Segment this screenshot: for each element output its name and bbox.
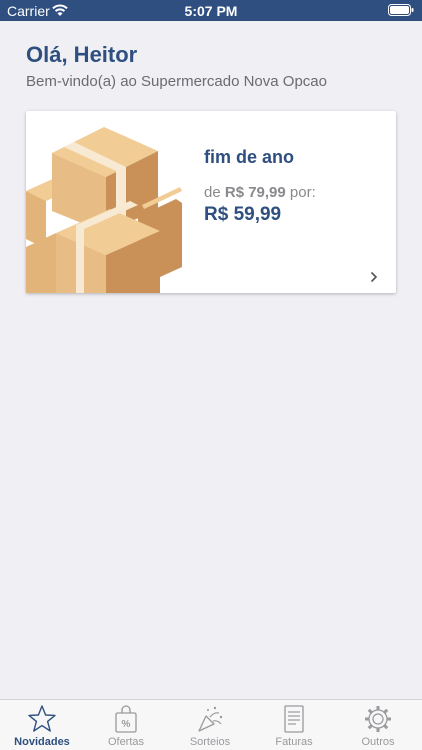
status-bar: Carrier 5:07 PM xyxy=(0,0,422,21)
welcome-subtitle: Bem-vindo(a) ao Supermercado Nova Opcao xyxy=(26,73,327,90)
old-price-suffix: por: xyxy=(289,184,316,201)
tab-label-sorteios: Sorteios xyxy=(189,736,231,748)
tab-sorteios[interactable]: Sorteios xyxy=(168,700,252,750)
old-price: R$ 79,99 xyxy=(224,184,286,201)
tab-label-faturas: Faturas xyxy=(275,736,313,748)
tab-bar: Novidades % Ofertas Sorteios Faturas Out… xyxy=(0,699,422,750)
party-popper-icon xyxy=(198,706,223,732)
tab-label-ofertas: Ofertas xyxy=(107,736,145,748)
greeting-title: Olá, Heitor xyxy=(26,42,138,67)
offer-card[interactable]: fim de ano de R$ 79,99 por: R$ 59,99 xyxy=(26,111,396,293)
clock: 5:07 PM xyxy=(184,3,238,19)
new-price: R$ 59,99 xyxy=(204,204,282,225)
old-price-prefix: de xyxy=(204,184,221,201)
tab-faturas[interactable]: Faturas xyxy=(252,700,336,750)
tab-label-outros: Outros xyxy=(361,736,395,748)
gear-icon xyxy=(365,706,391,732)
tab-ofertas[interactable]: % Ofertas xyxy=(84,700,168,750)
chevron-right-icon xyxy=(370,271,378,283)
svg-text:%: % xyxy=(122,719,131,730)
battery-icon xyxy=(388,4,414,16)
invoice-icon xyxy=(284,705,304,733)
shopping-bag-percent-icon: % xyxy=(115,705,137,733)
tab-label-novidades: Novidades xyxy=(14,736,70,748)
offer-title: fim de ano xyxy=(204,147,295,167)
star-icon xyxy=(28,705,56,732)
tab-novidades[interactable]: Novidades xyxy=(0,700,84,750)
tab-outros[interactable]: Outros xyxy=(336,700,420,750)
cardboard-boxes-icon xyxy=(26,127,182,293)
old-price-line: de R$ 79,99 por: xyxy=(204,184,316,201)
